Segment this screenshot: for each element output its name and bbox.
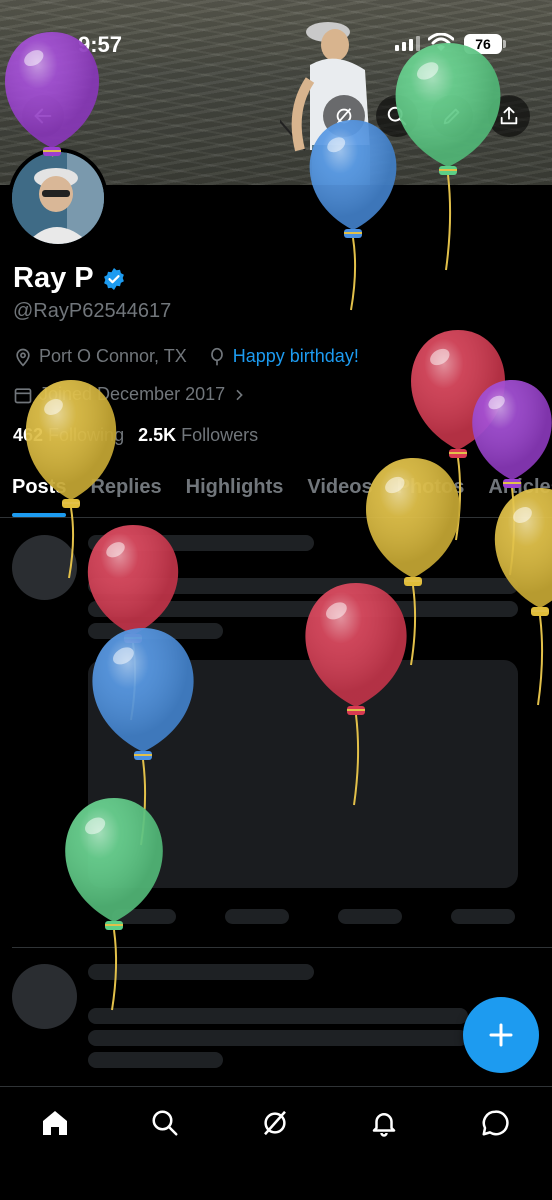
balloon-string xyxy=(350,237,357,311)
profile-name-text: Ray P xyxy=(13,262,94,294)
skeleton-avatar xyxy=(12,535,77,600)
profile-joined-row[interactable]: Joined December 2017 xyxy=(13,384,247,405)
notifications-icon xyxy=(372,1113,396,1137)
balloon-body xyxy=(472,380,552,480)
skeleton-action xyxy=(451,909,515,924)
balloon-band xyxy=(344,232,362,234)
followers-link[interactable]: 2.5K Followers xyxy=(138,425,258,446)
balloon-band xyxy=(531,610,549,612)
skeleton-line xyxy=(88,578,518,594)
messages-icon xyxy=(482,1110,509,1136)
followers-label: Followers xyxy=(181,425,259,445)
profile-name: Ray P xyxy=(13,262,126,295)
share-button[interactable] xyxy=(488,95,530,137)
profile-tabs: Posts Replies Highlights Videos Photos A… xyxy=(0,470,552,518)
status-time: 9:57 xyxy=(78,32,123,57)
grok-button[interactable] xyxy=(323,95,365,137)
balloon-shine xyxy=(411,330,505,450)
skeleton-line xyxy=(88,1052,223,1068)
location-pin-icon xyxy=(16,348,30,367)
tab-highlights[interactable]: Highlights xyxy=(174,470,296,517)
status-bar: 9:57 76 xyxy=(0,0,552,90)
search-icon xyxy=(152,1110,178,1136)
back-button[interactable] xyxy=(22,95,64,137)
profile-location: Port O Connor, TX xyxy=(39,346,187,366)
skeleton-media xyxy=(88,660,518,888)
profile-joined: Joined December 2017 xyxy=(39,384,226,404)
edit-icon xyxy=(443,108,460,125)
nav-grok[interactable] xyxy=(253,1101,297,1145)
skeleton-line xyxy=(88,1008,468,1024)
balloon-knot xyxy=(449,449,467,458)
following-link[interactable]: 462 Following xyxy=(13,425,124,446)
follow-stats: 462 Following 2.5K Followers xyxy=(13,425,258,446)
balloon-highlight xyxy=(430,348,450,366)
calendar-icon xyxy=(14,387,32,403)
verified-badge-icon[interactable] xyxy=(102,267,126,291)
tab-articles[interactable]: Articles xyxy=(476,470,552,517)
tab-replies[interactable]: Replies xyxy=(78,470,173,517)
battery-indicator: 76 xyxy=(464,34,506,54)
chevron-right-icon xyxy=(236,389,243,400)
grok-icon xyxy=(264,1110,286,1136)
balloon-knot xyxy=(344,229,362,238)
edit-button[interactable] xyxy=(431,95,473,137)
following-count: 462 xyxy=(13,425,44,445)
search-button[interactable] xyxy=(376,95,418,137)
profile-handle: @RayP62544617 xyxy=(13,300,172,322)
skeleton-line xyxy=(88,535,314,551)
bottom-navigation xyxy=(0,1086,552,1200)
balloon-body xyxy=(411,330,505,450)
cellular-signal-icon xyxy=(395,36,420,51)
nav-messages[interactable] xyxy=(473,1101,517,1145)
balloon-band xyxy=(449,452,467,454)
share-icon xyxy=(500,106,518,125)
balloon-knot xyxy=(531,607,549,616)
divider xyxy=(12,947,552,948)
balloon-highlight xyxy=(488,395,505,410)
balloon-string xyxy=(410,585,417,666)
back-icon xyxy=(34,108,52,124)
nav-home[interactable] xyxy=(33,1101,77,1145)
compose-post-button[interactable] xyxy=(463,997,539,1073)
skeleton-avatar xyxy=(12,964,77,1029)
skeleton-action xyxy=(338,909,402,924)
plus-icon xyxy=(489,1023,513,1047)
skeleton-line xyxy=(88,623,223,639)
search-icon xyxy=(387,106,407,126)
balloon-string xyxy=(445,174,452,271)
balloon-icon xyxy=(210,347,223,365)
balloon-string xyxy=(537,615,544,706)
skeleton-line xyxy=(88,964,314,980)
skeleton-line xyxy=(88,1030,468,1046)
nav-search[interactable] xyxy=(143,1101,187,1145)
profile-avatar[interactable] xyxy=(8,148,108,248)
tab-photos[interactable]: Photos xyxy=(385,470,477,517)
balloon-band xyxy=(105,924,123,926)
following-label: Following xyxy=(48,425,125,445)
tab-videos[interactable]: Videos xyxy=(295,470,384,517)
nav-notifications[interactable] xyxy=(362,1101,406,1145)
followers-count: 2.5K xyxy=(138,425,177,445)
tab-posts[interactable]: Posts xyxy=(0,470,78,517)
skeleton-line xyxy=(88,601,518,617)
profile-birthday[interactable]: Happy birthday! xyxy=(233,346,359,367)
skeleton-action xyxy=(112,909,176,924)
home-icon xyxy=(43,1111,67,1135)
balloon-shine xyxy=(472,380,552,480)
avatar-image xyxy=(12,152,104,244)
skeleton-action xyxy=(225,909,289,924)
profile-meta-row: Port O Connor, TX Happy birthday! xyxy=(13,346,359,367)
grok-icon xyxy=(336,108,352,124)
wifi-icon xyxy=(428,33,454,51)
